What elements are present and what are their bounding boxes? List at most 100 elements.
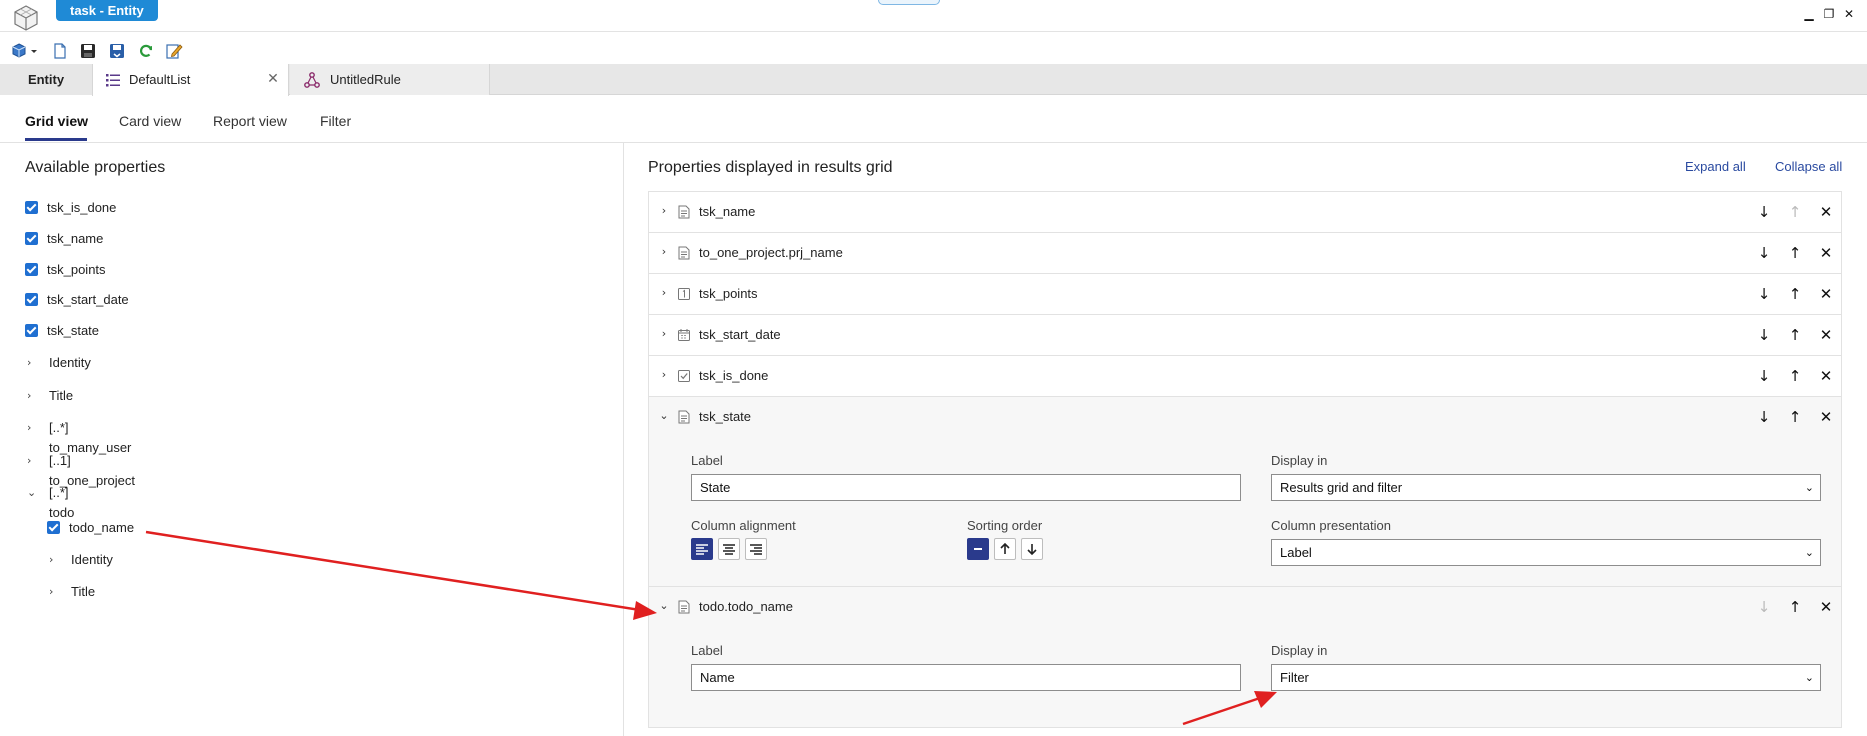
property-label: tsk_is_done — [47, 200, 117, 215]
chevron-right-icon[interactable]: › — [27, 386, 31, 406]
sort-descending-button[interactable] — [1021, 538, 1043, 560]
row-label: tsk_is_done — [699, 368, 769, 383]
tab-grid-view[interactable]: Grid view — [25, 113, 88, 129]
grid-row-project-name[interactable]: › to_one_project.prj_name ↓ ↑ ✕ — [649, 233, 1841, 274]
text-field-icon — [678, 410, 690, 424]
move-down-button[interactable]: ↓ — [1755, 285, 1773, 303]
checkbox-checked[interactable] — [25, 324, 38, 337]
close-window-button[interactable]: ✕ — [1840, 6, 1858, 22]
align-left-button[interactable] — [691, 538, 713, 560]
align-center-button[interactable] — [718, 538, 740, 560]
tab-filter[interactable]: Filter — [320, 113, 351, 129]
chevron-down-icon[interactable]: ⌄ — [657, 409, 671, 423]
remove-button[interactable]: ✕ — [1817, 598, 1835, 616]
move-up-button[interactable]: ↑ — [1786, 285, 1804, 303]
chevron-right-icon[interactable]: › — [657, 286, 671, 300]
move-down-button[interactable]: ↓ — [1755, 203, 1773, 221]
collapse-all-link[interactable]: Collapse all — [1775, 159, 1842, 174]
row-label: to_one_project.prj_name — [699, 245, 843, 260]
move-down-button: ↓ — [1757, 598, 1771, 616]
grid-row-tsk-name[interactable]: › tsk_name ↓ ↑ ✕ — [649, 192, 1841, 233]
publish-icon[interactable] — [10, 42, 28, 60]
chevron-right-icon[interactable]: › — [27, 451, 31, 471]
sorting-order-caption: Sorting order — [967, 518, 1043, 533]
tab-entity[interactable]: Entity — [0, 64, 92, 95]
chevron-right-icon[interactable]: › — [27, 418, 31, 438]
grid-row-tsk-state: ⌄ tsk_state ↓ ↑ ✕ Label Display in Resul… — [649, 397, 1841, 587]
save-close-icon[interactable] — [108, 42, 126, 60]
label-input[interactable] — [691, 474, 1241, 501]
chevron-down-icon[interactable] — [29, 42, 39, 60]
move-down-button[interactable]: ↓ — [1755, 408, 1773, 426]
move-up-button[interactable]: ↑ — [1786, 408, 1804, 426]
group-label: Identity — [71, 552, 113, 567]
move-up-button[interactable]: ↑ — [1786, 367, 1804, 385]
sort-none-button[interactable] — [967, 538, 989, 560]
chevron-right-icon[interactable]: › — [657, 204, 671, 218]
expand-all-link[interactable]: Expand all — [1685, 159, 1746, 174]
close-tab-icon[interactable]: ✕ — [266, 64, 280, 95]
grid-row-tsk-is-done[interactable]: › tsk_is_done ↓ ↑ ✕ — [649, 356, 1841, 397]
chevron-down-icon: ⌄ — [1804, 546, 1814, 559]
chevron-down-icon[interactable]: ⌄ — [27, 483, 36, 503]
label-caption: Label — [691, 453, 723, 468]
chevron-right-icon[interactable]: › — [657, 368, 671, 382]
chevron-right-icon[interactable]: › — [27, 353, 31, 373]
chevron-right-icon[interactable]: › — [657, 327, 671, 341]
checkbox-checked[interactable] — [47, 521, 60, 534]
display-in-value: Filter — [1280, 670, 1309, 685]
boolean-field-icon — [678, 370, 690, 382]
minus-icon — [974, 548, 982, 550]
column-presentation-select[interactable]: Label ⌄ — [1271, 539, 1821, 566]
display-in-select[interactable]: Filter ⌄ — [1271, 664, 1821, 691]
move-down-button[interactable]: ↓ — [1755, 367, 1773, 385]
display-in-caption: Display in — [1271, 453, 1328, 468]
minimize-button[interactable]: ▁ — [1800, 6, 1818, 22]
tab-entity-label: Entity — [27, 72, 65, 87]
label-input[interactable] — [691, 664, 1241, 691]
grid-row-todo-name: ⌄ todo.todo_name ↓ ↑ ✕ Label Display in … — [649, 587, 1841, 727]
chevron-down-icon[interactable]: ⌄ — [657, 599, 671, 613]
remove-button[interactable]: ✕ — [1817, 408, 1835, 426]
remove-button[interactable]: ✕ — [1817, 285, 1835, 303]
move-up-button[interactable]: ↑ — [1786, 326, 1804, 344]
checkbox-checked[interactable] — [25, 201, 38, 214]
tab-report-view[interactable]: Report view — [213, 113, 287, 129]
edit-icon[interactable] — [165, 42, 183, 60]
sort-ascending-button[interactable] — [994, 538, 1016, 560]
align-right-button[interactable] — [745, 538, 767, 560]
move-up-button[interactable]: ↑ — [1786, 598, 1804, 616]
restore-button[interactable]: ❐ — [1820, 6, 1838, 22]
drag-handle[interactable] — [878, 0, 940, 5]
save-icon[interactable] — [79, 42, 97, 60]
align-right-icon — [750, 544, 762, 555]
remove-button[interactable]: ✕ — [1817, 244, 1835, 262]
chevron-down-icon: ⌄ — [1804, 671, 1814, 684]
display-in-select[interactable]: Results grid and filter ⌄ — [1271, 474, 1821, 501]
new-document-icon[interactable] — [51, 42, 69, 60]
remove-button[interactable]: ✕ — [1817, 203, 1835, 221]
tab-card-view[interactable]: Card view — [119, 113, 181, 129]
checkbox-checked[interactable] — [25, 293, 38, 306]
text-field-icon — [678, 246, 690, 260]
grid-row-tsk-points[interactable]: › tsk_points ↓ ↑ ✕ — [649, 274, 1841, 315]
refresh-icon[interactable] — [137, 42, 155, 60]
chevron-right-icon[interactable]: › — [657, 245, 671, 259]
remove-button[interactable]: ✕ — [1817, 326, 1835, 344]
grid-row-tsk-start-date[interactable]: › tsk_start_date ↓ ↑ ✕ — [649, 315, 1841, 356]
move-up-button: ↑ — [1788, 203, 1802, 221]
checkbox-checked[interactable] — [25, 263, 38, 276]
move-down-button[interactable]: ↓ — [1755, 326, 1773, 344]
row-label: tsk_start_date — [699, 327, 781, 342]
list-icon — [106, 74, 120, 87]
tab-defaultlist[interactable]: DefaultList ✕ — [92, 64, 289, 96]
chevron-right-icon[interactable]: › — [49, 582, 53, 602]
toolbar — [0, 40, 300, 64]
move-up-button[interactable]: ↑ — [1786, 244, 1804, 262]
chevron-right-icon[interactable]: › — [49, 550, 53, 570]
move-down-button[interactable]: ↓ — [1755, 244, 1773, 262]
tab-untitledrule[interactable]: UntitledRule — [290, 64, 490, 95]
checkbox-checked[interactable] — [25, 232, 38, 245]
results-grid-properties-panel: Properties displayed in results grid Exp… — [625, 143, 1867, 736]
remove-button[interactable]: ✕ — [1817, 367, 1835, 385]
